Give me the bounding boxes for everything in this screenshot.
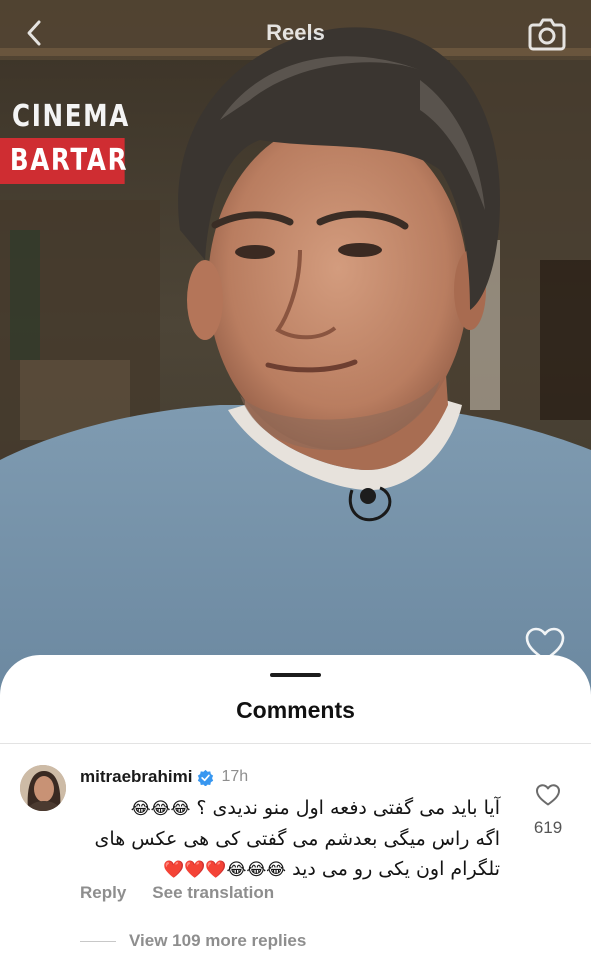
comment-line-1-text: آیا باید می گفتی دفعه اول منو ندیدی ؟	[196, 797, 500, 819]
comment-header: mitraebrahimi 17h	[80, 766, 248, 788]
comment-body: آیا باید می گفتی دفعه اول منو ندیدی ؟ 😂😂…	[80, 793, 500, 885]
page-title: Reels	[266, 20, 325, 45]
comment-line-2: اگه راس میگی بعدشم می گفتی کی هی عکس های	[94, 828, 500, 850]
comment-username[interactable]: mitraebrahimi	[80, 767, 192, 787]
avatar[interactable]	[20, 765, 66, 811]
top-bar: Reels	[0, 0, 591, 70]
avatar-image	[20, 765, 66, 811]
reel-video[interactable]: Reels CINEMA BARTAR	[0, 0, 591, 720]
verified-badge-icon	[198, 769, 214, 786]
view-replies-button[interactable]: View 109 more replies	[129, 931, 306, 951]
see-translation-button[interactable]: See translation	[152, 883, 274, 903]
comment-like-count: 619	[533, 818, 563, 837]
comment-actions: Reply See translation	[80, 883, 274, 903]
laugh-emoji-group: 😂😂😂	[130, 799, 191, 819]
comment-line-3: تلگرام اون یکی رو می دید 😂😂😂❤️❤️❤️	[80, 854, 500, 885]
channel-watermark: CINEMA BARTAR	[0, 98, 140, 184]
camera-icon[interactable]	[527, 14, 567, 54]
comment-time: 17h	[221, 768, 249, 785]
sheet-grabber[interactable]	[270, 673, 321, 677]
emoji-group: 😂😂😂❤️❤️❤️	[162, 860, 287, 880]
view-replies-row[interactable]: View 109 more replies	[80, 931, 306, 951]
replies-divider-line	[80, 940, 116, 942]
comment-line-3-text: تلگرام اون یکی رو می دید	[292, 858, 500, 880]
comment-like-box: 619	[526, 783, 570, 838]
comments-title: Comments	[236, 697, 355, 723]
watermark-line1: CINEMA	[12, 99, 130, 134]
heart-icon[interactable]	[535, 783, 561, 807]
comments-sheet: Comments mitraebrahimi 17h آیا باید می گ…	[0, 655, 591, 977]
reply-button[interactable]: Reply	[80, 883, 126, 903]
comment-line-1: آیا باید می گفتی دفعه اول منو ندیدی ؟ 😂😂…	[80, 793, 500, 824]
divider	[0, 743, 591, 744]
watermark-line2: BARTAR	[0, 138, 127, 184]
comment-item: mitraebrahimi 17h آیا باید می گفتی دفعه …	[0, 755, 591, 965]
